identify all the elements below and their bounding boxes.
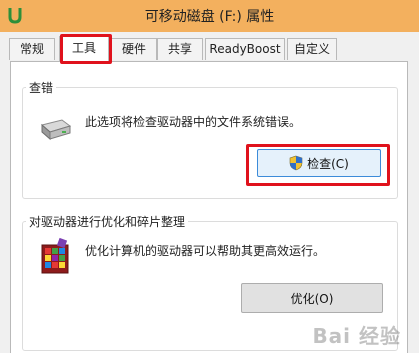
tab-highlight-box <box>60 34 112 64</box>
tab-label: ReadyBoost <box>209 42 281 56</box>
watermark: Bai 经验 <box>312 324 401 348</box>
tab-label: 硬件 <box>121 42 146 56</box>
tab-sharing[interactable]: 共享 <box>157 38 203 60</box>
defrag-icon <box>41 237 69 274</box>
properties-window: 可移动磁盘 (F:) 属性 查错 此选项将检查驱动器中的文件系统错误。 检查(C… <box>0 0 419 353</box>
check-highlight-box <box>246 144 390 186</box>
optimize-button[interactable]: 优化(O) <box>241 283 383 313</box>
tools-panel: 查错 此选项将检查驱动器中的文件系统错误。 检查(C) 对驱动器进行优化和碎片整… <box>10 61 408 353</box>
tab-readyboost[interactable]: ReadyBoost <box>205 38 285 60</box>
optimize-button-label: 优化(O) <box>290 291 334 306</box>
tab-label: 自定义 <box>293 42 330 56</box>
tab-label: 常规 <box>19 42 44 56</box>
error-check-title: 查错 <box>26 79 57 96</box>
tab-label: 共享 <box>167 42 192 56</box>
tab-customize[interactable]: 自定义 <box>287 38 337 60</box>
tab-general[interactable]: 常规 <box>9 38 55 60</box>
title-bar[interactable]: 可移动磁盘 (F:) 属性 <box>0 0 419 32</box>
window-title: 可移动磁盘 (F:) 属性 <box>144 9 275 25</box>
optimize-title: 对驱动器进行优化和碎片整理 <box>26 213 189 230</box>
drive-icon <box>40 119 72 141</box>
tab-hardware[interactable]: 硬件 <box>111 38 157 60</box>
optimize-description: 优化计算机的驱动器可以帮助其更高效运行。 <box>85 244 326 258</box>
error-check-description: 此选项将检查驱动器中的文件系统错误。 <box>85 115 302 129</box>
